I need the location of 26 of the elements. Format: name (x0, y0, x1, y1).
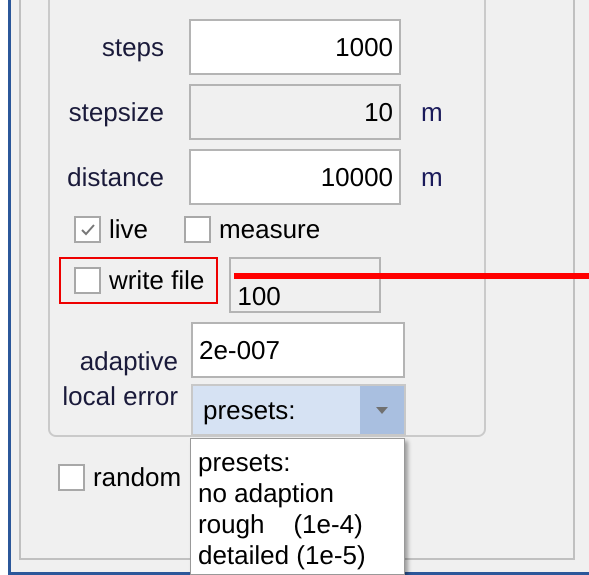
checkbox[interactable] (184, 216, 212, 243)
input-field[interactable]: 2e-007 (191, 322, 405, 378)
unit-label: m (421, 96, 443, 128)
field-label: stepsize (68, 96, 164, 128)
field-label: adaptive (80, 345, 178, 378)
checkbox-label[interactable]: random (93, 462, 182, 493)
dropdown-option[interactable]: presets: (198, 447, 290, 478)
field-label: steps (100, 32, 164, 62)
input-field[interactable]: 10 (189, 84, 401, 140)
checkbox-label[interactable]: write file (109, 265, 204, 296)
input-field[interactable]: 1000 (189, 19, 401, 75)
checkbox-label[interactable]: live (109, 214, 148, 245)
checkbox[interactable] (74, 267, 101, 294)
input-field[interactable]: 100 (229, 257, 382, 313)
input-field[interactable]: 10000 (189, 149, 401, 205)
unit-label: m (421, 162, 443, 192)
field-label: local error (62, 380, 178, 413)
field-label: distance (66, 162, 164, 192)
checkbox[interactable] (58, 464, 85, 491)
dropdown-option[interactable]: no adaption (198, 478, 334, 509)
caret-icon (376, 406, 388, 414)
dropdown-option[interactable]: rough (1e-4) (198, 509, 363, 540)
dropdown-option[interactable]: detailed (1e-5) (198, 540, 366, 571)
checkbox[interactable] (74, 216, 101, 243)
checkbox-label[interactable]: measure (219, 214, 320, 245)
dropdown[interactable]: presets: (191, 384, 406, 436)
